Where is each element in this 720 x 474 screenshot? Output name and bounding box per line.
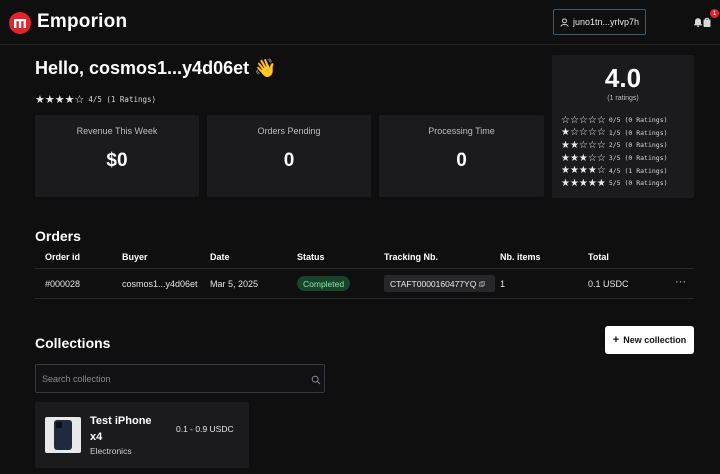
- rating-row-stars: ★★★☆☆: [561, 152, 606, 164]
- rating-row: ★★☆☆☆ 2/5 (0 Ratings): [561, 139, 668, 152]
- col-date: Date: [210, 252, 230, 262]
- stat-value: 0: [456, 150, 467, 171]
- rating-average: 4.0: [604, 63, 642, 93]
- rating-row: ★★★★★ 5/5 (0 Ratings): [561, 177, 668, 190]
- rating-row: ★☆☆☆☆ 1/5 (0 Ratings): [561, 127, 668, 140]
- col-order-id: Order id: [45, 252, 81, 262]
- brand-name[interactable]: Emporion: [37, 11, 127, 33]
- col-status: Status: [297, 252, 325, 262]
- rating-row: ☆☆☆☆☆ 0/5 (0 Ratings): [561, 114, 668, 127]
- wallet-address: juno1tn...yrlvp7h: [573, 17, 640, 27]
- orders-heading: Orders: [35, 228, 81, 244]
- rating-row-stars: ★★☆☆☆: [561, 139, 606, 151]
- top-bar: Emporion juno1tn...yrlvp7h 1: [0, 0, 720, 45]
- rating-row-stars: ★☆☆☆☆: [561, 127, 606, 139]
- rating-row-text: 5/5 (0 Ratings): [608, 179, 668, 188]
- more-icon[interactable]: ···: [675, 276, 686, 288]
- tracking-number-text: CTAFT0000160477YQ: [390, 278, 477, 289]
- user-icon: [560, 17, 569, 27]
- rating-stars: ★★★★☆: [35, 93, 85, 106]
- tracking-number[interactable]: CTAFT0000160477YQ: [384, 275, 495, 292]
- order-total: 0.1 USDC: [588, 279, 629, 289]
- collection-category: Electronics: [90, 446, 132, 456]
- order-date: Mar 5, 2025: [210, 279, 259, 289]
- rating-row-stars: ★★★★☆: [561, 165, 606, 177]
- rating-row: ★★★★☆ 4/5 (1 Ratings): [561, 164, 668, 177]
- order-buyer: cosmos1...y4d06et: [122, 279, 198, 289]
- status-badge: Completed: [297, 276, 351, 291]
- stat-label: Revenue This Week: [76, 126, 158, 136]
- search-input[interactable]: [42, 371, 302, 387]
- cart-icon[interactable]: [701, 16, 713, 28]
- plus-icon: +: [612, 334, 620, 346]
- collections-heading: Collections: [35, 335, 111, 351]
- phone-image: [54, 420, 72, 450]
- orders-table-header: Order id Buyer Date Status Tracking Nb. …: [35, 248, 694, 269]
- rating-breakdown: ☆☆☆☆☆ 0/5 (0 Ratings) ★☆☆☆☆ 1/5 (0 Ratings…: [561, 114, 668, 190]
- col-tracking: Tracking Nb.: [384, 252, 439, 262]
- seller-rating: ★★★★☆ 4/5 (1 Ratings): [35, 93, 156, 106]
- collection-search: [35, 364, 325, 393]
- rating-row-text: 3/5 (0 Ratings): [608, 154, 668, 163]
- new-collection-label: New collection: [623, 335, 687, 345]
- copy-icon[interactable]: [479, 280, 486, 287]
- col-total: Total: [588, 252, 609, 262]
- new-collection-button[interactable]: + New collection: [605, 326, 694, 354]
- wallet-button[interactable]: juno1tn...yrlvp7h: [553, 9, 646, 35]
- stat-label: Processing Time: [428, 126, 495, 136]
- collection-card[interactable]: Test iPhone x4 Electronics 0.1 - 0.9 USD…: [35, 402, 249, 468]
- rating-row-text: 1/5 (0 Ratings): [608, 128, 668, 137]
- processing-time-card: Processing Time 0: [379, 115, 544, 197]
- search-icon[interactable]: [311, 375, 321, 385]
- emporion-logo-icon[interactable]: [9, 12, 31, 34]
- table-row[interactable]: #000028 cosmos1...y4d06et Mar 5, 2025 Co…: [35, 270, 694, 299]
- order-id: #000028: [45, 279, 81, 289]
- collection-name: Test iPhone x4: [90, 415, 152, 443]
- collection-thumbnail: [45, 417, 81, 453]
- stat-value: 0: [283, 150, 295, 171]
- collection-price: 0.1 - 0.9 USDC: [176, 424, 234, 434]
- rating-summary: 4/5 (1 Ratings): [88, 95, 157, 104]
- ratings-panel: 4.0 (1 ratings) ☆☆☆☆☆ 0/5 (0 Ratings) ★☆☆…: [552, 55, 694, 198]
- page-title: Hello, cosmos1...y4d06et 👋: [35, 58, 277, 78]
- orders-pending-card: Orders Pending 0: [207, 115, 371, 197]
- rating-count: (1 ratings): [607, 95, 639, 102]
- col-buyer: Buyer: [122, 252, 148, 262]
- rating-row-stars: ★★★★★: [561, 177, 606, 189]
- stat-value: $0: [106, 150, 128, 171]
- rating-row-text: 4/5 (1 Ratings): [608, 166, 668, 175]
- rating-row-stars: ☆☆☆☆☆: [561, 114, 606, 126]
- stat-label: Orders Pending: [257, 126, 321, 136]
- rating-row: ★★★☆☆ 3/5 (0 Ratings): [561, 152, 668, 165]
- rating-row-text: 0/5 (0 Ratings): [608, 116, 668, 125]
- revenue-card: Revenue This Week $0: [35, 115, 199, 197]
- cart-count-badge: 1: [710, 9, 719, 18]
- col-items: Nb. items: [500, 252, 541, 262]
- order-items: 1: [500, 279, 506, 289]
- rating-row-text: 2/5 (0 Ratings): [608, 141, 668, 150]
